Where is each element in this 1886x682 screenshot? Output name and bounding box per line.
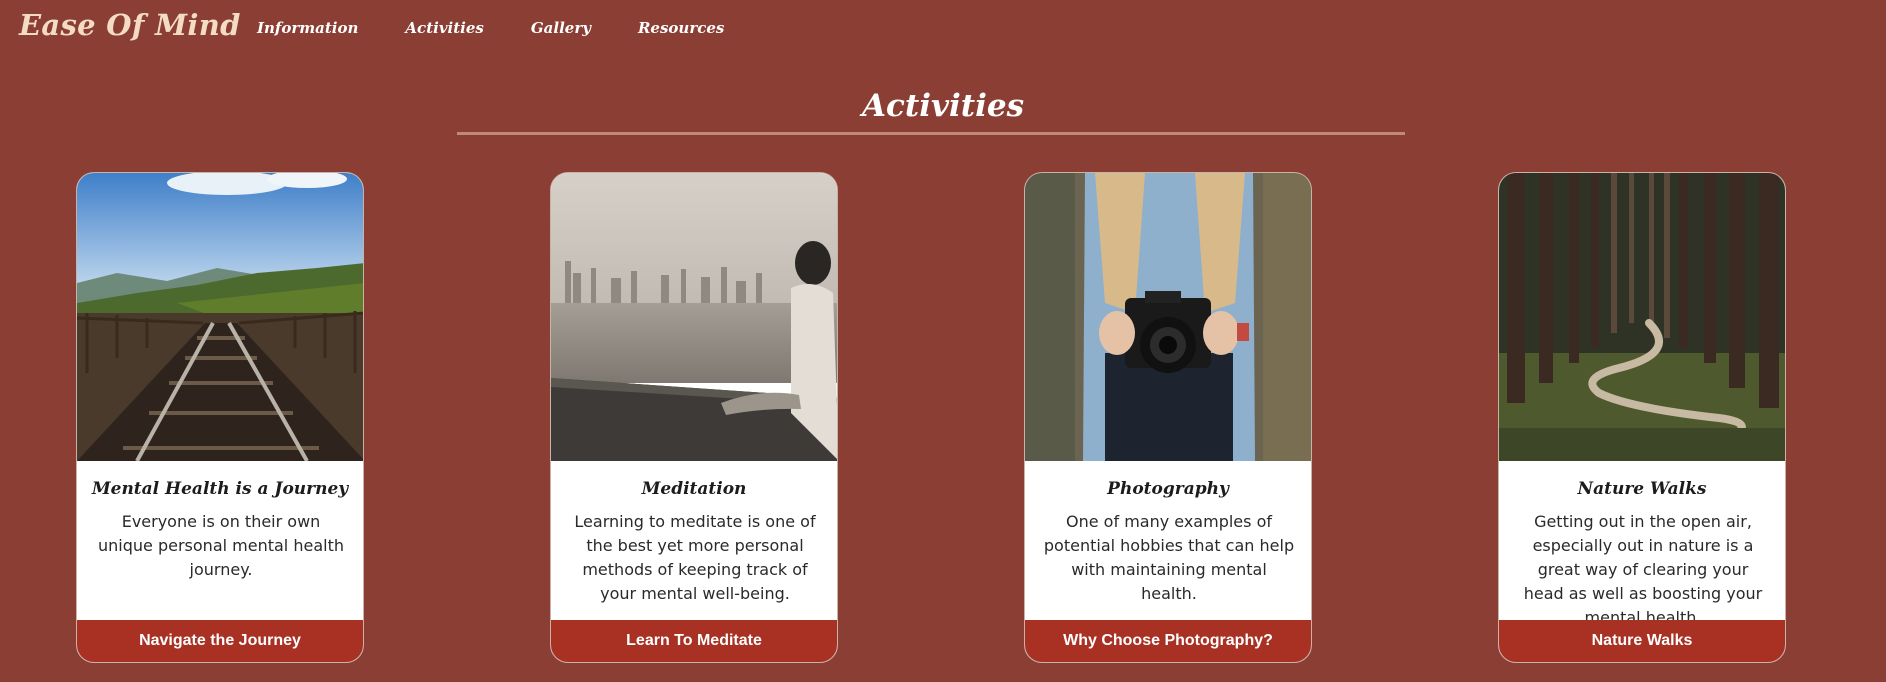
activity-card-meditation: Meditation Learning to meditate is one o… xyxy=(550,172,838,663)
nav-link-gallery[interactable]: Gallery xyxy=(531,19,591,37)
nav-link-information[interactable]: Information xyxy=(257,19,358,37)
navigate-journey-button[interactable]: Navigate the Journey xyxy=(77,620,363,662)
activity-card-photography: Photography One of many examples of pote… xyxy=(1024,172,1312,663)
card-description: Learning to meditate is one of the best … xyxy=(574,512,816,603)
title-divider xyxy=(457,132,1405,135)
card-description: One of many examples of potential hobbie… xyxy=(1043,512,1295,603)
nav-link-activities[interactable]: Activities xyxy=(405,19,483,37)
main-nav: Information Activities Gallery Resources xyxy=(257,19,771,37)
card-title: Photography xyxy=(1107,479,1229,499)
activity-card-nature-walks: Nature Walks Getting out in the open air… xyxy=(1498,172,1786,663)
railway-track-photo xyxy=(77,173,363,461)
learn-to-meditate-button[interactable]: Learn To Meditate xyxy=(551,620,837,662)
nav-link-resources[interactable]: Resources xyxy=(638,19,724,37)
section-title: Activities xyxy=(861,88,1025,124)
forest-path-photo xyxy=(1499,173,1785,461)
card-description: Everyone is on their own unique personal… xyxy=(98,512,344,579)
brand-logo[interactable]: Ease Of Mind xyxy=(19,8,241,42)
top-navigation-bar: Ease Of Mind Information Activities Gall… xyxy=(0,0,1886,58)
card-title: Nature Walks xyxy=(1577,479,1707,499)
card-title: Mental Health is a Journey xyxy=(91,479,349,499)
card-description: Getting out in the open air, especially … xyxy=(1523,512,1763,627)
nature-walks-button[interactable]: Nature Walks xyxy=(1499,620,1785,662)
activity-card-journey: Mental Health is a Journey Everyone is o… xyxy=(76,172,364,663)
person-by-water-photo xyxy=(551,173,837,461)
why-photography-button[interactable]: Why Choose Photography? xyxy=(1025,620,1311,662)
card-title: Meditation xyxy=(641,479,747,499)
camera-holder-photo xyxy=(1025,173,1311,461)
